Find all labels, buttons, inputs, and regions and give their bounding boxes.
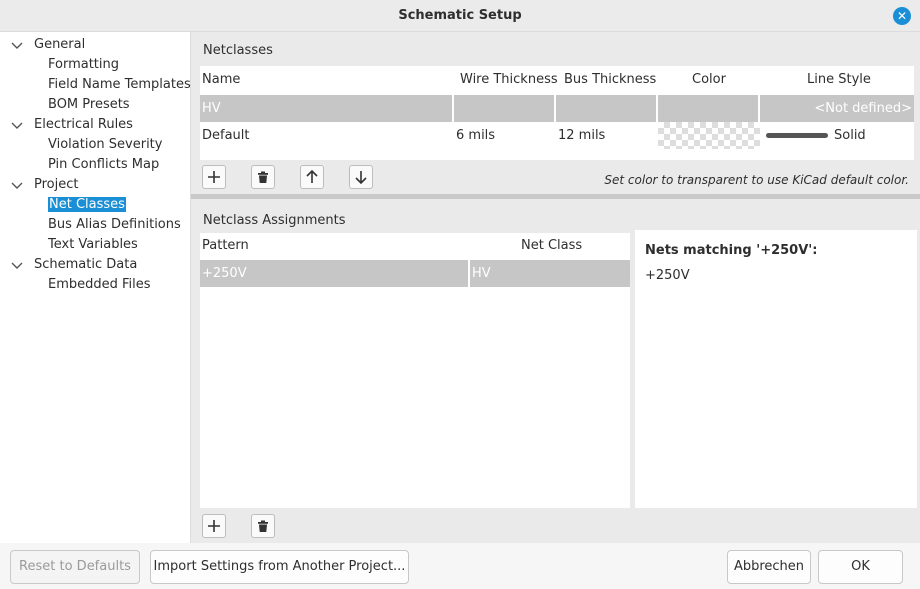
chevron-down-icon[interactable] — [10, 35, 24, 55]
column-header-bus-thickness[interactable]: Bus Thickness — [564, 66, 656, 94]
cancel-button[interactable]: Abbrechen — [727, 550, 811, 584]
tree-group-label: General — [34, 37, 86, 52]
column-header-line-style[interactable]: Line Style — [807, 66, 871, 94]
move-down-button[interactable] — [349, 165, 373, 189]
close-icon[interactable]: ✕ — [893, 7, 911, 25]
delete-netclass-button[interactable] — [251, 165, 275, 189]
tree-item-bom-presets[interactable]: BOM Presets — [48, 95, 130, 115]
column-header-net-class[interactable]: Net Class — [521, 233, 582, 259]
assignments-title: Netclass Assignments — [203, 213, 346, 228]
settings-tree: General Formatting Field Name Templates … — [0, 32, 191, 543]
netclasses-grid: Name Wire Thickness Bus Thickness Color … — [200, 66, 914, 160]
reset-to-defaults-button[interactable]: Reset to Defaults — [10, 550, 140, 584]
line-style-label: Solid — [834, 128, 866, 143]
matching-nets-panel: Nets matching '+250V': +250V — [635, 230, 917, 508]
trash-icon — [258, 520, 268, 532]
tree-item-net-classes[interactable]: Net Classes — [48, 195, 126, 215]
chevron-down-icon[interactable] — [10, 255, 24, 275]
column-header-pattern[interactable]: Pattern — [202, 233, 249, 259]
cell-bus-thickness[interactable] — [556, 95, 658, 122]
trash-icon — [258, 171, 268, 183]
tree-group-label: Electrical Rules — [34, 117, 133, 132]
add-netclass-button[interactable] — [202, 165, 226, 189]
column-header-name[interactable]: Name — [202, 66, 240, 94]
chevron-down-icon[interactable] — [10, 175, 24, 195]
cell-name[interactable]: Default — [200, 122, 454, 149]
arrow-down-icon — [355, 171, 367, 185]
column-header-wire-thickness[interactable]: Wire Thickness — [460, 66, 558, 94]
tree-item-bus-alias-definitions[interactable]: Bus Alias Definitions — [48, 215, 181, 235]
net-classes-panel: Netclasses Name Wire Thickness Bus Thick… — [191, 32, 920, 543]
cell-wire-thickness[interactable]: 6 mils — [454, 122, 556, 149]
matching-net-item: +250V — [645, 268, 690, 283]
color-swatch[interactable] — [658, 122, 760, 149]
cell-net-class[interactable]: HV — [470, 260, 630, 287]
title-bar: Schematic Setup ✕ — [0, 0, 920, 32]
tree-group-label: Schematic Data — [34, 257, 138, 272]
line-style-preview — [766, 133, 828, 138]
cell-bus-thickness[interactable]: 12 mils — [556, 122, 658, 149]
tree-item-formatting[interactable]: Formatting — [48, 55, 119, 75]
color-swatch[interactable] — [658, 95, 760, 122]
tree-item-field-name-templates[interactable]: Field Name Templates — [48, 75, 191, 95]
transparent-color-hint: Set color to transparent to use KiCad de… — [604, 173, 909, 187]
tree-item-pin-conflicts-map[interactable]: Pin Conflicts Map — [48, 155, 159, 175]
cell-pattern[interactable]: +250V — [200, 260, 470, 287]
ok-button[interactable]: OK — [818, 550, 903, 584]
tree-item-violation-severity[interactable]: Violation Severity — [48, 135, 162, 155]
arrow-up-icon — [306, 169, 318, 183]
add-assignment-button[interactable] — [202, 514, 226, 538]
splitter[interactable] — [191, 194, 920, 199]
tree-group-label: Project — [34, 177, 79, 192]
table-row[interactable]: Default 6 mils 12 mils Solid — [200, 122, 914, 149]
table-row[interactable]: +250V HV — [200, 260, 630, 287]
move-up-button[interactable] — [300, 165, 324, 189]
plus-icon — [208, 520, 220, 532]
cell-name[interactable]: HV — [200, 95, 454, 122]
import-settings-button[interactable]: Import Settings from Another Project... — [150, 550, 409, 584]
chevron-down-icon[interactable] — [10, 115, 24, 135]
plus-icon — [208, 171, 220, 183]
column-header-color[interactable]: Color — [692, 66, 726, 94]
assignments-grid: Pattern Net Class +250V HV — [200, 233, 630, 508]
matching-nets-title: Nets matching '+250V': — [645, 243, 818, 258]
tree-item-embedded-files[interactable]: Embedded Files — [48, 275, 151, 295]
cell-wire-thickness[interactable] — [454, 95, 556, 122]
table-row[interactable]: HV <Not defined> — [200, 95, 914, 122]
delete-assignment-button[interactable] — [251, 514, 275, 538]
netclasses-title: Netclasses — [203, 43, 273, 58]
cell-line-style[interactable]: <Not defined> — [760, 95, 914, 122]
tree-item-text-variables[interactable]: Text Variables — [48, 235, 138, 255]
window-title: Schematic Setup — [398, 8, 522, 23]
cell-line-style[interactable]: Solid — [760, 122, 914, 149]
